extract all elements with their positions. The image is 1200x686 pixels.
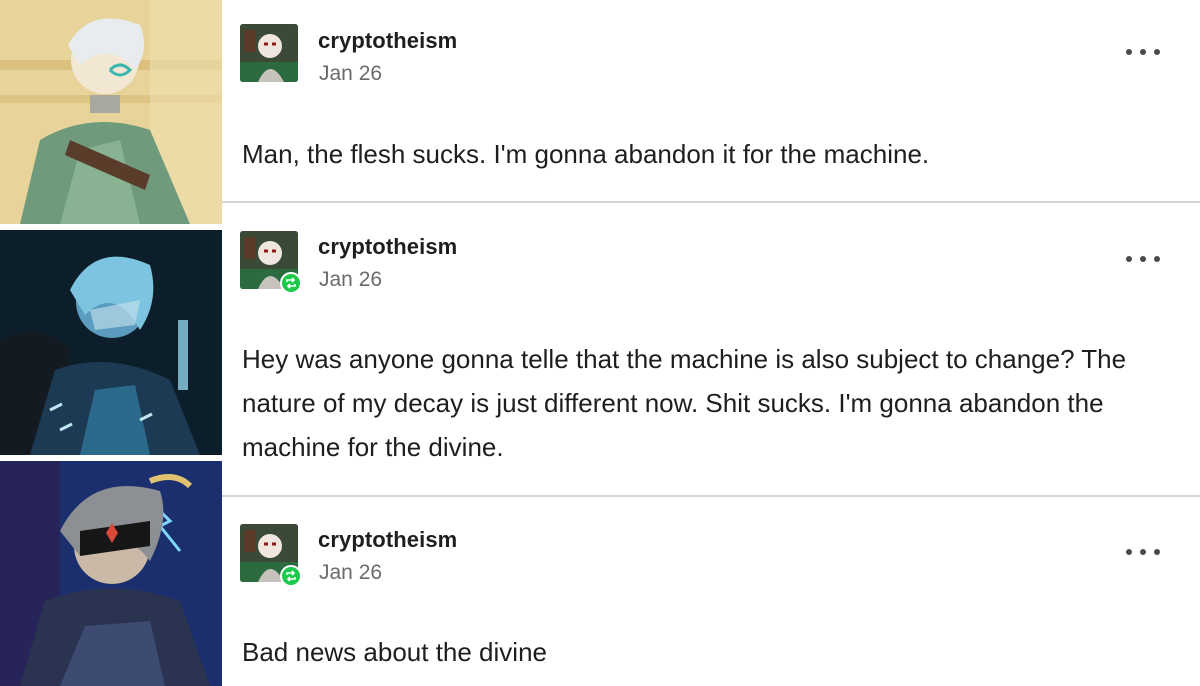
character-artwork-3 <box>0 461 222 686</box>
character-artwork-2 <box>0 230 222 455</box>
post-date[interactable]: Jan 26 <box>319 561 382 585</box>
post-text: Man, the flesh sucks. I'm gonna abandon … <box>242 139 930 169</box>
username[interactable]: cryptotheism <box>318 28 457 54</box>
post-date[interactable]: Jan 26 <box>319 62 382 86</box>
reblog-icon <box>280 565 302 587</box>
post-card: cryptotheism Jan 26 Man, the flesh sucks… <box>222 0 1200 201</box>
more-options-icon[interactable] <box>1126 252 1160 266</box>
post-card: cryptotheism Jan 26 Hey was anyone gonna… <box>222 203 1200 495</box>
post-text: Hey was anyone gonna telle that the mach… <box>242 344 1127 462</box>
post-date[interactable]: Jan 26 <box>319 268 382 292</box>
username[interactable]: cryptotheism <box>318 527 457 553</box>
more-options-icon[interactable] <box>1126 545 1160 559</box>
post-text: Bad news about the divine <box>242 637 547 667</box>
avatar[interactable] <box>240 24 298 82</box>
more-options-icon[interactable] <box>1126 45 1160 59</box>
username[interactable]: cryptotheism <box>318 234 457 260</box>
post-card: cryptotheism Jan 26 Bad news about the d… <box>222 497 1200 686</box>
reblog-icon <box>280 272 302 294</box>
character-artwork-1 <box>0 0 222 224</box>
